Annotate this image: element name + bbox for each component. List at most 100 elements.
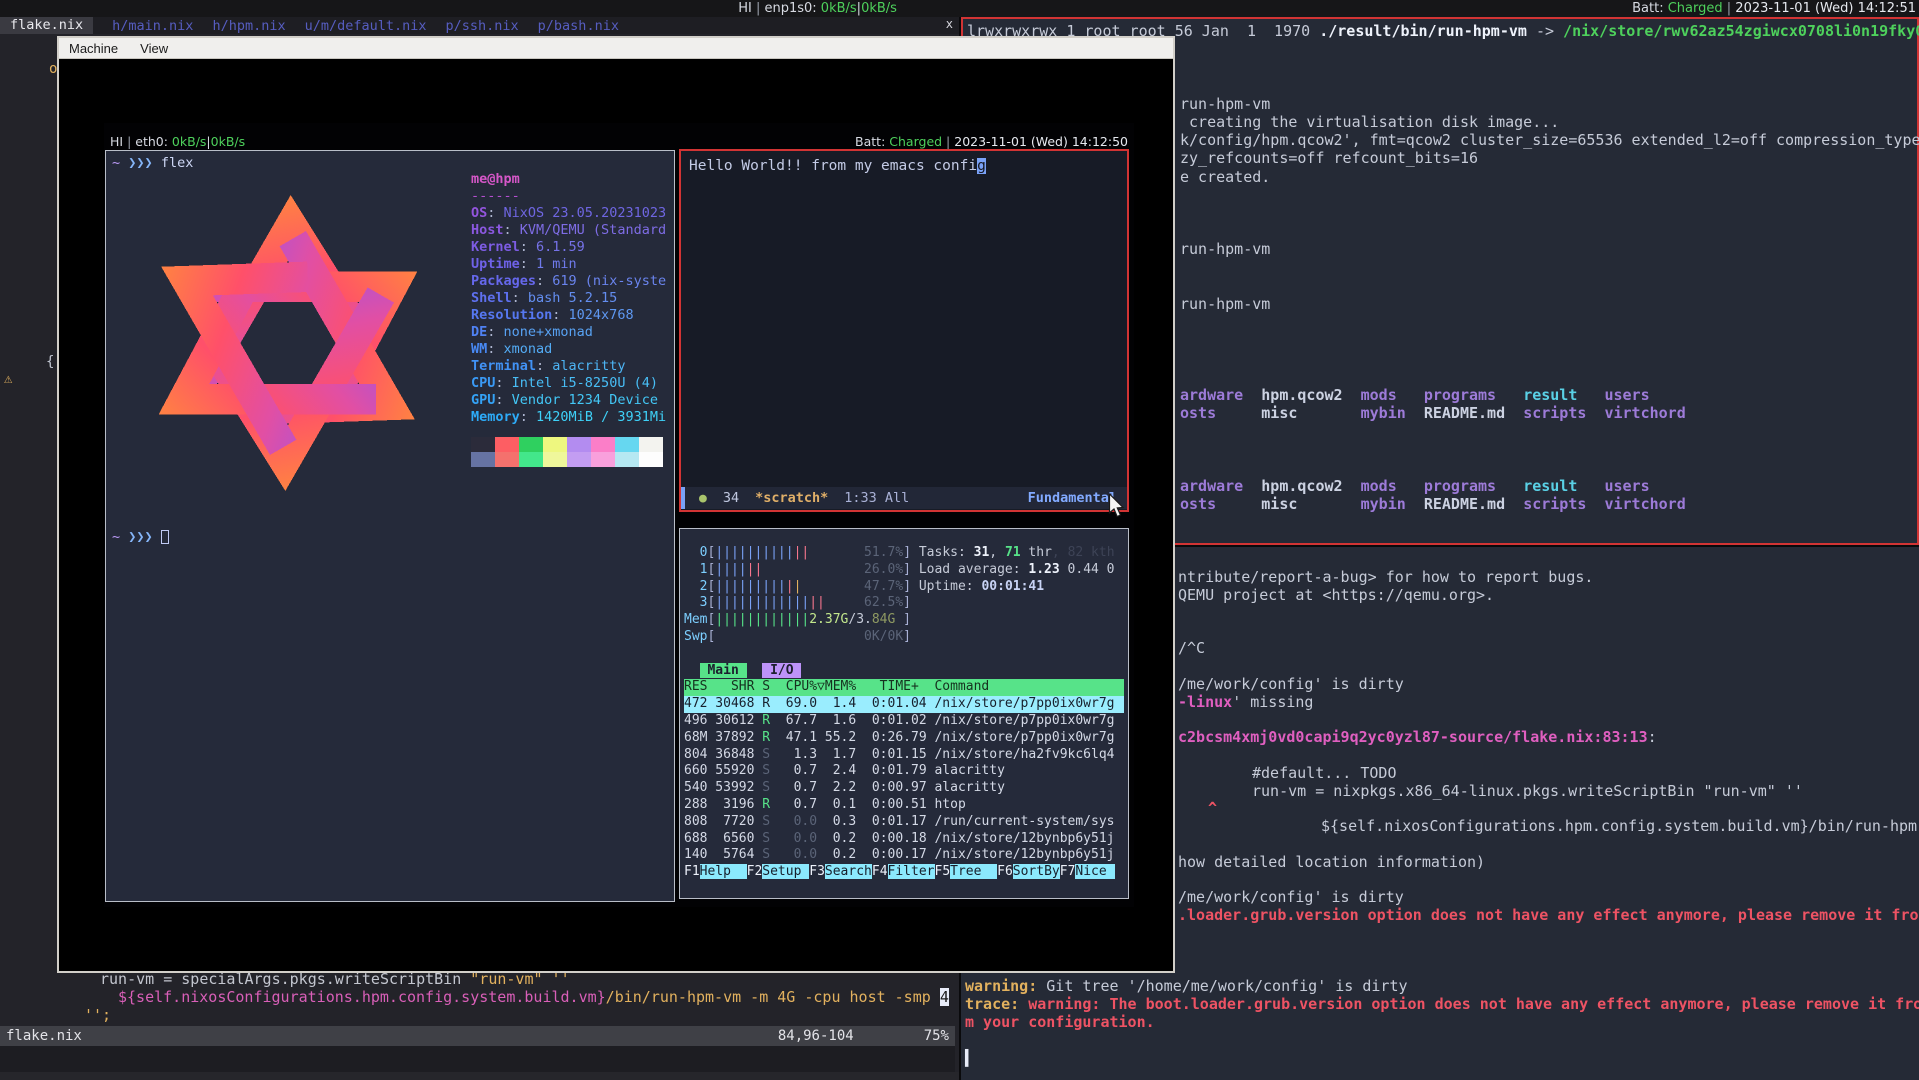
editor-fragment: { [46,354,54,370]
terminal-line: 804 36848 S 1.3 1.7 0:01.15 /nix/store/h… [684,747,1124,764]
terminal-line: Hello World!! from my emacs config [685,157,1127,176]
tab-p-ssh-nix[interactable]: p/ssh.nix [446,18,519,34]
shell-prompt-flex: ~ ❯❯❯ flex [112,155,193,171]
terminal-line: 0[|||||||||||| 51.7%] Tasks: 31, 71 thr,… [684,545,1124,562]
hollow-block-cursor [161,530,169,544]
palette-swatch [495,437,519,452]
neofetch-line: DE: none+xmonad [471,324,666,341]
vim-statusline: flake.nix 84,96-104 75% [0,1026,955,1046]
terminal-line [961,1032,1919,1050]
palette-swatch [543,437,567,452]
editor-fragment: ⚠ [4,371,12,387]
neofetch-line: Kernel: 6.1.59 [471,239,666,256]
neofetch-line: Packages: 619 (nix-syste [471,273,666,290]
vim-commandline[interactable] [0,1046,955,1072]
modeline-major-mode: Fundamental [1028,490,1117,506]
vm-topbar-right: Batt: Charged | 2023-11-01 (Wed) 14:12:5… [855,134,1128,149]
palette-swatch [519,452,543,467]
vm-display[interactable]: HI | eth0: 0kB/s|0kB/s Batt: Charged | 2… [104,123,1134,907]
terminal-line: warning: Git tree '/home/me/work/config'… [961,978,1919,996]
terminal-line: 2[||||||||||| 47.7%] Uptime: 00:01:41 [684,579,1124,596]
modeline-position: 1:33 All [844,490,909,506]
emacs-buffer-text[interactable]: Hello World!! from my emacs config [681,151,1127,176]
modeline-status-dot-icon: ● [699,491,707,506]
terminal-line: 496 30612 R 67.7 1.6 0:01.02 /nix/store/… [684,713,1124,730]
modeline-buffer-name: *scratch* [755,490,828,506]
terminal-line: 808 7720 S 0.0 0.3 0:01.17 /run/current-… [684,814,1124,831]
palette-swatch [591,437,615,452]
terminal-line: 472 30468 R 69.0 1.4 0:01.04 /nix/store/… [684,696,1124,713]
terminal-line: RES SHR S CPU%▽MEM% TIME+ Command [684,679,1124,696]
vm-xmobar-status-bar: HI | eth0: 0kB/s|0kB/s Batt: Charged | 2… [104,133,1134,150]
palette-swatch [567,437,591,452]
palette-swatch [471,437,495,452]
nixos-logo [112,175,464,511]
tab-h-main-nix[interactable]: h/main.nix [112,18,193,34]
terminal-line: 540 53992 S 0.7 2.2 0:00.97 alacritty [684,780,1124,797]
terminal-line: 68M 37892 R 47.1 55.2 0:26.79 /nix/store… [684,730,1124,747]
palette-row [471,437,663,452]
emacs-modeline: ● 34 *scratch* 1:33 All Fundamental [681,487,1127,509]
neofetch-line: Shell: bash 5.2.15 [471,290,666,307]
terminal-line: 140 5764 S 0.0 0.2 0:00.17 /nix/store/12… [684,847,1124,864]
qemu-vm-window[interactable]: Machine View HI | eth0: 0kB/s|0kB/s Batt… [57,36,1175,973]
terminal-line: trace: warning: The boot.loader.grub.ver… [961,996,1919,1014]
code-line: ''; [84,1006,111,1024]
palette-swatch [519,437,543,452]
neofetch-line: OS: NixOS 23.05.20231023 [471,205,666,222]
terminal-line: Main I/O [684,663,1124,680]
palette-swatch [591,452,615,467]
terminal-line: ▍ [961,1050,1919,1068]
neofetch-line: CPU: Intel i5-8250U (4) [471,375,666,392]
menu-view[interactable]: View [140,41,168,56]
modeline-buffer-size: 34 [723,490,739,506]
modeline-accent-bar [681,487,685,509]
mouse-pointer-icon [1108,494,1126,518]
bottom-edge-band [0,1072,959,1080]
statusline-filename: flake.nix [6,1026,82,1046]
terminal-line: m your configuration. [961,1014,1919,1032]
terminal-color-palette [471,437,663,467]
tab-list: h/main.nix h/hpm.nix u/m/default.nix p/ssh.… [93,18,619,34]
palette-swatch [471,452,495,467]
terminal-line: 688 6560 S 0.0 0.2 0:00.18 /nix/store/12… [684,831,1124,848]
terminal-line: 1[|||||| 26.0%] Load average: 1.23 0.44 … [684,562,1124,579]
tab-flake-nix[interactable]: flake.nix [0,17,93,34]
terminal-line: 288 3196 R 0.7 0.1 0:00.51 htop [684,797,1124,814]
vm-emacs-window[interactable]: Hello World!! from my emacs config ● 34 … [679,149,1129,512]
menu-machine[interactable]: Machine [69,41,118,56]
code-line: ${self.nixosConfigurations.hpm.config.sy… [118,988,949,1006]
topbar-left: HI | enp1s0: 0kB/s|0kB/s [738,0,897,17]
tab-p-bash-nix[interactable]: p/bash.nix [538,18,619,34]
xmobar-status-bar: HI | enp1s0: 0kB/s|0kB/s Batt: Charged |… [0,0,1919,17]
neofetch-line: WM: xmonad [471,341,666,358]
neofetch-line: Uptime: 1 min [471,256,666,273]
neofetch-line: GPU: Vendor 1234 Device [471,392,666,409]
palette-swatch [543,452,567,467]
terminal-line: Mem[||||||||||||2.37G/3.84G ] [684,612,1124,629]
palette-swatch [615,452,639,467]
qemu-menubar: Machine View [59,38,1173,59]
neofetch-line: Terminal: alacritty [471,358,666,375]
terminal-line: F1Help F2Setup F3SearchF4FilterF5Tree F6… [684,864,1124,881]
terminal-line: 660 55920 S 0.7 2.4 0:01.79 alacritty [684,763,1124,780]
tab-u-m-default-nix[interactable]: u/m/default.nix [305,18,427,34]
shell-prompt-empty[interactable]: ~ ❯❯❯ [112,529,169,545]
palette-swatch [567,452,591,467]
statusline-scroll-percent: 75% [924,1026,949,1046]
tab-h-hpm-nix[interactable]: h/hpm.nix [212,18,285,34]
statusline-cursor-position: 84,96-104 [778,1026,854,1046]
palette-swatch [639,452,663,467]
terminal-line: 3[|||||||||||||| 62.5%] [684,595,1124,612]
tab-close-indicator[interactable]: x [946,17,953,31]
palette-swatch [639,437,663,452]
palette-row [471,452,663,467]
vm-alacritty-neofetch-window[interactable]: ~ ❯❯❯ flex me@hpm------OS: Nix [105,150,675,902]
palette-swatch [495,452,519,467]
vm-topbar-left: HI | eth0: 0kB/s|0kB/s [110,134,245,149]
neofetch-line: Host: KVM/QEMU (Standard [471,222,666,239]
neofetch-line: Resolution: 1024x768 [471,307,666,324]
neofetch-line: me@hpm [471,171,666,188]
vm-htop-window[interactable]: 0[|||||||||||| 51.7%] Tasks: 31, 71 thr,… [679,528,1129,899]
neofetch-line: Memory: 1420MiB / 3931Mi [471,409,666,426]
